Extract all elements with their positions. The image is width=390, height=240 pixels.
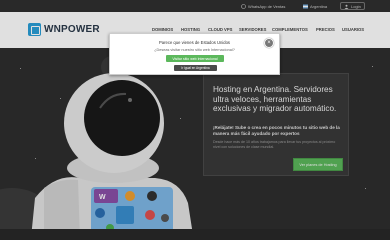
close-icon[interactable]: × xyxy=(264,38,274,48)
geo-redirect-modal: Parece que vienes de Estados Unidos ¿Des… xyxy=(109,33,280,75)
modal-question: ¿Deseas visitar nuestro sitio web Intern… xyxy=(154,48,235,52)
stay-argentina-button[interactable]: Ir igual en Argentina xyxy=(174,65,217,71)
modal-title: Parece que vienes de Estados Unidos xyxy=(159,40,230,45)
visit-international-button[interactable]: Visitar sitio web Internacional xyxy=(166,55,224,62)
